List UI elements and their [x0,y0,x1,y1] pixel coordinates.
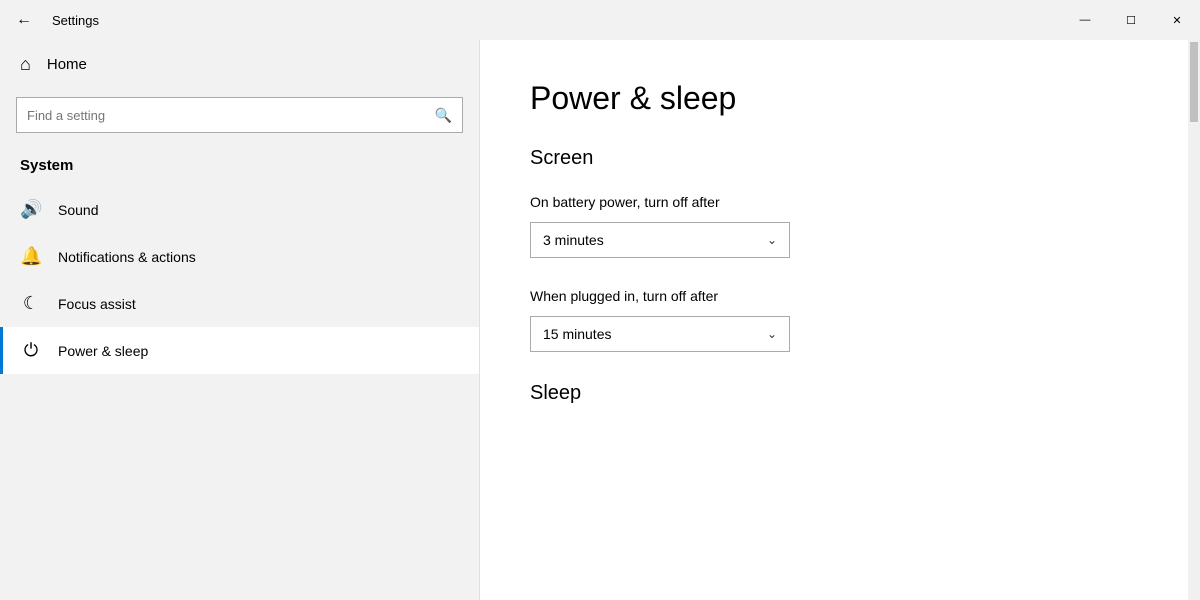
sidebar-item-focus-assist-label: Focus assist [58,296,136,312]
battery-dropdown-arrow: ⌄ [767,233,777,247]
titlebar: ← Settings — ☐ ✕ [0,0,1200,40]
app-body: ⌂ Home 🔍 System 🔊 Sound 🔔 Notifications … [0,40,1200,600]
screen-section-title: Screen [530,147,1150,170]
page-title: Power & sleep [530,80,1150,117]
maximize-button[interactable]: ☐ [1108,0,1154,40]
titlebar-title: Settings [52,13,99,28]
search-box: 🔍 [16,97,463,133]
minimize-button[interactable]: — [1062,0,1108,40]
focus-assist-icon: ☾ [20,293,42,314]
main-content: Power & sleep Screen On battery power, t… [480,40,1200,600]
back-button[interactable]: ← [8,7,40,33]
sidebar-item-home[interactable]: ⌂ Home [0,40,479,89]
sleep-section-title: Sleep [530,382,1150,405]
battery-setting: On battery power, turn off after 3 minut… [530,194,1150,258]
sidebar-item-notifications[interactable]: 🔔 Notifications & actions [0,233,479,280]
close-button[interactable]: ✕ [1154,0,1200,40]
scrollbar-thumb[interactable] [1190,42,1198,122]
battery-dropdown-value: 3 minutes [543,232,604,248]
sidebar-item-focus-assist[interactable]: ☾ Focus assist [0,280,479,327]
battery-dropdown[interactable]: 3 minutes ⌄ [530,222,790,258]
battery-label: On battery power, turn off after [530,194,1150,210]
power-sleep-icon: ⏻ [20,340,42,361]
search-input[interactable] [27,108,435,123]
home-icon: ⌂ [20,54,31,75]
sidebar-item-power-sleep-label: Power & sleep [58,343,148,359]
sidebar-item-notifications-label: Notifications & actions [58,249,196,265]
sidebar: ⌂ Home 🔍 System 🔊 Sound 🔔 Notifications … [0,40,480,600]
sidebar-section-system: System [0,149,479,186]
plugged-dropdown-value: 15 minutes [543,326,611,342]
plugged-dropdown[interactable]: 15 minutes ⌄ [530,316,790,352]
search-icon: 🔍 [435,107,452,124]
titlebar-controls: — ☐ ✕ [1062,0,1200,40]
sidebar-item-sound-label: Sound [58,202,98,218]
plugged-label: When plugged in, turn off after [530,288,1150,304]
plugged-dropdown-arrow: ⌄ [767,327,777,341]
titlebar-left: ← Settings [8,7,99,33]
sidebar-item-power-sleep[interactable]: ⏻ Power & sleep [0,327,479,374]
sidebar-home-label: Home [47,56,87,73]
notifications-icon: 🔔 [20,246,42,267]
sound-icon: 🔊 [20,199,42,220]
plugged-setting: When plugged in, turn off after 15 minut… [530,288,1150,352]
scrollbar-track[interactable] [1188,40,1200,600]
search-container: 🔍 [0,89,479,149]
sidebar-item-sound[interactable]: 🔊 Sound [0,186,479,233]
